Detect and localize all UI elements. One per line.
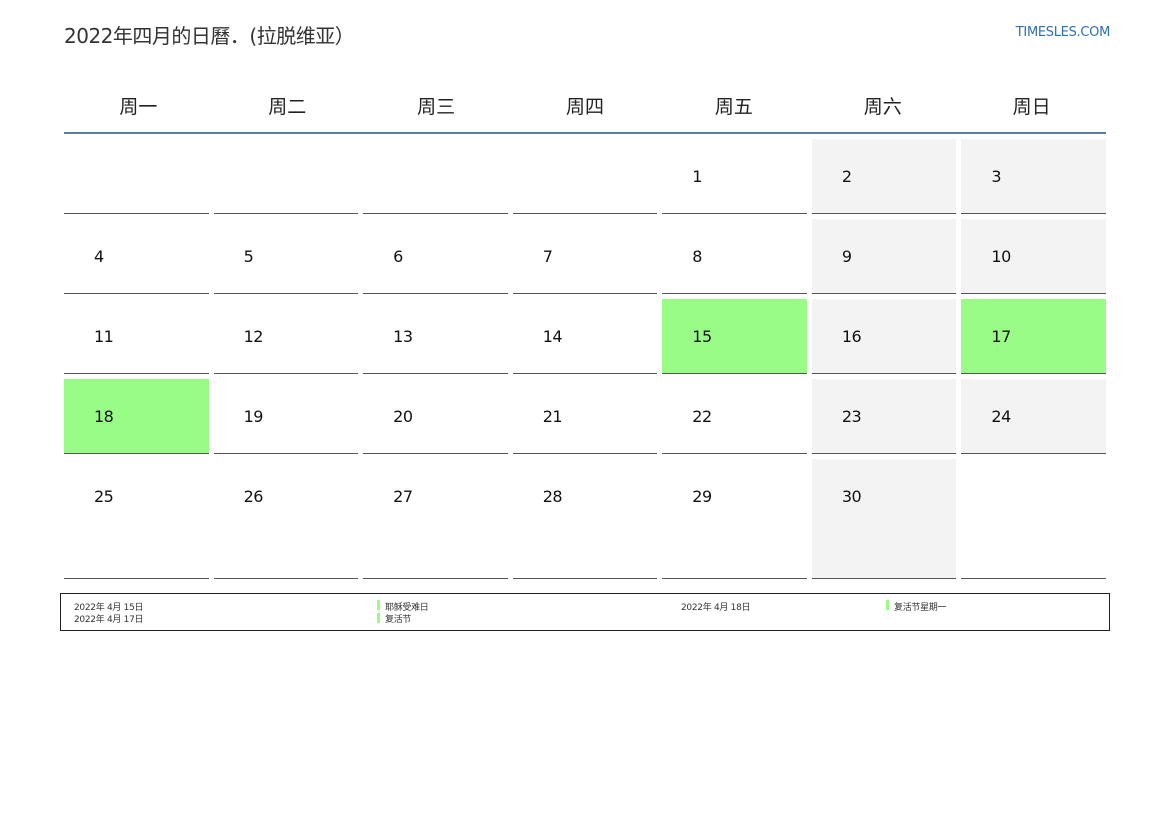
day-cell-3[interactable]: 3 <box>961 139 1106 214</box>
day-cell-5[interactable]: 5 <box>213 219 359 294</box>
day-cell-1[interactable]: 1 <box>662 139 807 214</box>
day-cell-15[interactable]: 15 <box>662 299 807 374</box>
day-number: 22 <box>692 407 712 426</box>
day-number: 29 <box>692 487 712 506</box>
day-cell-20[interactable]: 20 <box>363 379 508 454</box>
day-cell-6[interactable]: 6 <box>363 219 508 294</box>
day-cell-25[interactable]: 25 <box>64 459 209 579</box>
day-number: 5 <box>243 247 254 266</box>
weekday-mon: 周一 <box>119 95 158 118</box>
day-number: 10 <box>991 247 1011 266</box>
day-cell-18[interactable]: 18 <box>64 379 209 454</box>
day-number: 17 <box>991 327 1011 346</box>
day-number: 8 <box>692 247 702 266</box>
day-number: 28 <box>542 487 563 506</box>
day-cell-empty <box>213 139 359 214</box>
legend-holiday-name: 复活节星期一 <box>894 603 947 613</box>
day-cell-23[interactable]: 23 <box>811 379 957 454</box>
day-number: 20 <box>393 407 413 426</box>
day-number: 15 <box>692 327 712 346</box>
day-cell-12[interactable]: 12 <box>213 299 359 374</box>
weekday-fri: 周五 <box>714 95 753 118</box>
weekday-sun: 周日 <box>1012 95 1051 118</box>
day-cell-7[interactable]: 7 <box>512 219 658 294</box>
day-cell-empty <box>64 139 209 214</box>
day-cell-11[interactable]: 11 <box>64 299 209 374</box>
day-cell-16[interactable]: 16 <box>811 299 957 374</box>
day-cell-8[interactable]: 8 <box>662 219 807 294</box>
weekday-header: 周一 周二 周三 周四 周五 周六 周日 <box>64 78 1106 134</box>
weekday-wed: 周三 <box>417 95 456 118</box>
day-number: 25 <box>94 487 114 506</box>
day-number: 7 <box>542 247 553 266</box>
holiday-legend: 2022年 4月 15日 2022年 4月 17日 耶稣受难日 复活节 2022… <box>60 593 1110 631</box>
day-cell-21[interactable]: 21 <box>512 379 658 454</box>
day-number: 19 <box>243 407 264 426</box>
day-cell-22[interactable]: 22 <box>662 379 807 454</box>
day-number: 16 <box>841 327 862 346</box>
legend-color-marker <box>377 600 380 610</box>
day-number: 27 <box>393 487 413 506</box>
day-cell-empty <box>961 459 1106 579</box>
day-cell-empty <box>363 139 508 214</box>
day-number: 9 <box>841 247 852 266</box>
weekday-thu: 周四 <box>565 95 604 118</box>
day-number: 23 <box>841 407 862 426</box>
brand-link[interactable]: TIMESLES.COM <box>1016 25 1111 40</box>
day-number: 18 <box>94 407 114 426</box>
day-number: 30 <box>841 487 862 506</box>
weekday-sat: 周六 <box>863 95 902 118</box>
legend-color-marker <box>886 600 889 610</box>
day-cell-13[interactable]: 13 <box>363 299 508 374</box>
day-cell-27[interactable]: 27 <box>363 459 508 579</box>
day-number: 1 <box>692 167 702 186</box>
day-cell-30[interactable]: 30 <box>811 459 957 579</box>
weekday-tue: 周二 <box>268 95 307 118</box>
day-number: 24 <box>991 407 1011 426</box>
day-number: 26 <box>243 487 264 506</box>
legend-color-marker <box>377 613 380 623</box>
day-number: 13 <box>393 327 413 346</box>
day-cell-9[interactable]: 9 <box>811 219 957 294</box>
day-number: 12 <box>243 327 264 346</box>
calendar: 周一 周二 周三 周四 周五 周六 周日 1 2 3 4 5 6 7 8 9 10 11 12 13 14… <box>64 78 1106 584</box>
legend-holiday-name: 复活节 <box>385 615 412 625</box>
day-number: 3 <box>991 167 1002 186</box>
day-grid: 1 2 3 4 5 6 7 8 9 10 11 12 13 14 15 16 17 18 19 20 21 22 23 24 2… <box>64 139 1106 584</box>
day-cell-2[interactable]: 2 <box>811 139 957 214</box>
day-cell-19[interactable]: 19 <box>213 379 359 454</box>
day-number: 14 <box>542 327 563 346</box>
day-cell-empty <box>512 139 658 214</box>
day-cell-26[interactable]: 26 <box>213 459 359 579</box>
legend-date: 2022年 4月 18日 <box>681 603 751 613</box>
day-cell-29[interactable]: 29 <box>662 459 807 579</box>
day-cell-4[interactable]: 4 <box>64 219 209 294</box>
day-cell-24[interactable]: 24 <box>961 379 1106 454</box>
legend-date: 2022年 4月 17日 <box>74 615 144 625</box>
day-cell-10[interactable]: 10 <box>961 219 1106 294</box>
page-title: 2022年四月的日曆．(拉脱维亚） <box>64 24 355 48</box>
day-number: 2 <box>841 167 852 186</box>
day-number: 6 <box>393 247 403 266</box>
day-cell-14[interactable]: 14 <box>512 299 658 374</box>
day-cell-17[interactable]: 17 <box>961 299 1106 374</box>
day-number: 11 <box>94 327 114 346</box>
day-number: 21 <box>542 407 563 426</box>
day-cell-28[interactable]: 28 <box>512 459 658 579</box>
day-number: 4 <box>94 247 104 266</box>
